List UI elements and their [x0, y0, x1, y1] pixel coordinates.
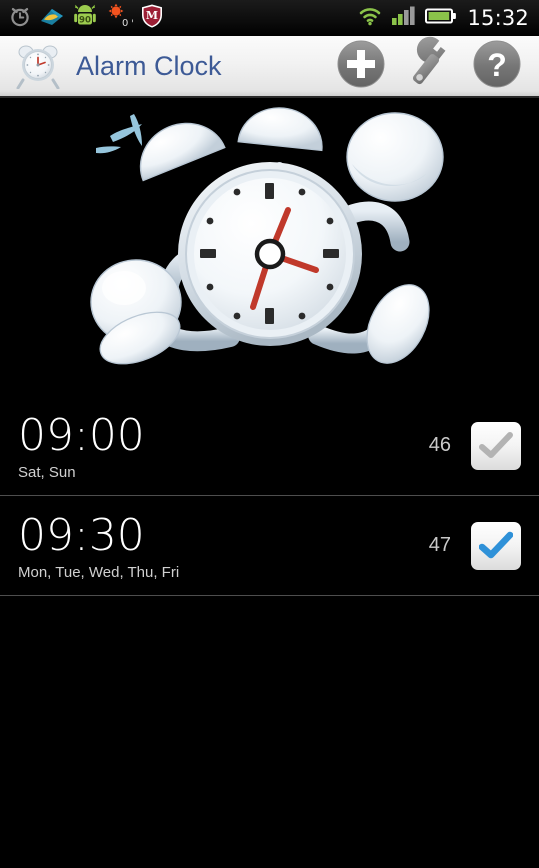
alarm-toggle-checkbox[interactable] [471, 421, 521, 470]
alarm-clock-icon [16, 43, 60, 90]
checkmark-icon [479, 431, 513, 461]
alarm-row[interactable]: 09:00 Sat, Sun 46 [0, 396, 539, 496]
help-button[interactable]: ? [471, 38, 523, 95]
alarm-toggle-checkbox[interactable] [471, 521, 521, 570]
alarm-index: 46 [428, 434, 451, 456]
android-battery-icon: 90 [72, 3, 98, 34]
shield-letter: M [146, 9, 158, 22]
alarm-list: 09:00 Sat, Sun 46 09:30 Mon, Tue, Wed, T… [0, 396, 539, 596]
running-alarm-clock-illustration [0, 100, 539, 396]
battery-icon [425, 6, 457, 31]
checkmark-icon [479, 531, 513, 561]
alarm-clock-app-screen: 90 0 % M [0, 0, 539, 868]
wrench-icon [399, 36, 461, 96]
settings-button[interactable] [399, 36, 461, 97]
alarm-days: Mon, Tue, Wed, Thu, Fri [18, 564, 180, 581]
add-alarm-button[interactable] [335, 38, 387, 95]
page-title: Alarm Clock [76, 50, 222, 81]
alarm-row[interactable]: 09:30 Mon, Tue, Wed, Thu, Fri 47 [0, 496, 539, 596]
maps-navigation-icon [39, 4, 65, 33]
brightness-badge: 0 % [122, 18, 133, 29]
alarm-index: 47 [428, 534, 451, 556]
alarm-row-text: 09:30 Mon, Tue, Wed, Thu, Fri [18, 508, 429, 583]
status-bar: 90 0 % M [0, 0, 539, 36]
status-bar-clock: 15:32 [467, 6, 529, 30]
android-battery-badge: 90 [79, 15, 91, 25]
question-mark-icon: ? [487, 47, 507, 83]
alarm-time: 09:30 [18, 510, 145, 561]
alarm-row-text: 09:00 Sat, Sun [18, 408, 429, 483]
cellular-signal-icon [391, 5, 417, 32]
status-bar-left-icons: 90 0 % M [8, 3, 357, 34]
sun-brightness-icon: 0 % [105, 3, 141, 34]
status-bar-right-icons: 15:32 [357, 5, 529, 32]
alarm-set-icon [8, 4, 32, 33]
mcafee-security-icon: M [140, 3, 164, 34]
alarm-time: 09:00 [18, 410, 145, 461]
wifi-icon [357, 5, 383, 32]
app-title-bar: Alarm Clock ? [0, 36, 539, 98]
alarm-days: Sat, Sun [18, 464, 76, 481]
